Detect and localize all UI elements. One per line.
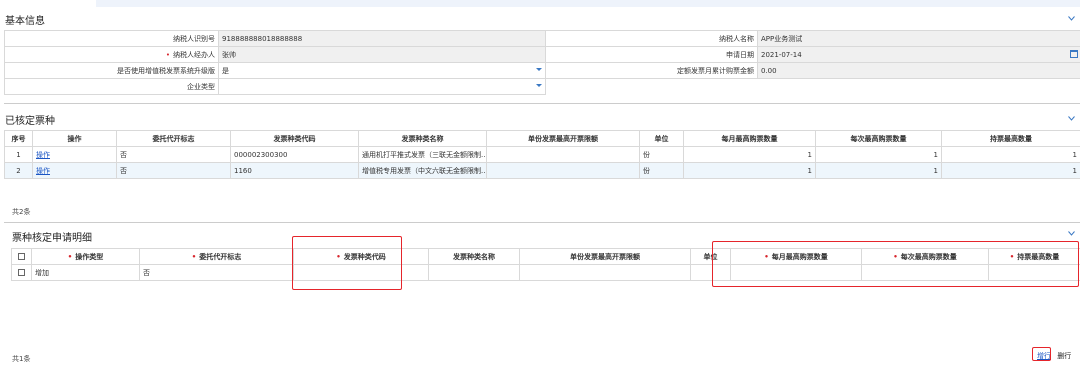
dropdown-arrow-icon[interactable]	[536, 84, 542, 87]
col-header: 委托代开标志	[116, 130, 231, 147]
col-header: 操作类型	[75, 252, 104, 261]
taxpayer-name-field: APP业务测试	[757, 30, 1080, 47]
section-title-approved: 已核定票种	[5, 116, 55, 127]
invoice-name-cell: 增值税专用发票（中文六联无金额限制...	[358, 162, 487, 179]
fixed-amount-label: 定额发票月累计购票金额	[545, 62, 758, 79]
highlight-box-quantity-columns	[712, 241, 1079, 287]
enterprise-type-select[interactable]	[218, 78, 546, 95]
col-header-cell: • 委托代开标志	[139, 248, 294, 265]
hold-cell: 1	[941, 162, 1080, 179]
collapse-basic-chevron-down-icon[interactable]	[1068, 16, 1075, 21]
invoice-name-cell	[428, 264, 520, 281]
row-number: 1	[4, 146, 33, 163]
vat-upgrade-label: 是否使用增值税发票系统升级版	[4, 62, 219, 79]
highlight-box-invoice-code	[292, 236, 402, 290]
operate-link[interactable]: 操作	[36, 167, 50, 175]
col-header: 持票最高数量	[941, 130, 1080, 147]
agent-label-cell: • 纳税人经办人	[4, 46, 219, 63]
delete-row-button[interactable]: 删行	[1057, 352, 1071, 360]
empty-cell	[545, 78, 758, 95]
row-select-cell	[11, 264, 32, 281]
vat-upgrade-select[interactable]: 是	[218, 62, 546, 79]
fixed-amount-field: 0.00	[757, 62, 1080, 79]
entrust-cell: 否	[116, 162, 231, 179]
limit-cell	[486, 146, 640, 163]
taxpayer-id-label: 纳税人识别号	[4, 30, 219, 47]
col-header: 单份发票最高开票限额	[519, 248, 691, 265]
row-operate-cell: 操作	[32, 146, 117, 163]
empty-cell	[757, 78, 1080, 95]
col-header: 每次最高购票数量	[815, 130, 942, 147]
taxpayer-name-label: 纳税人名称	[545, 30, 758, 47]
detail-total-count: 共1条	[12, 355, 31, 363]
basic-info-form: 纳税人识别号 918888888018888888 纳税人名称 APP业务测试 …	[4, 30, 1080, 95]
select-all-checkbox[interactable]	[18, 253, 25, 260]
row-number: 2	[4, 162, 33, 179]
vat-upgrade-value: 是	[222, 66, 229, 75]
select-all-cell	[11, 248, 32, 265]
limit-cell	[486, 162, 640, 179]
table-header-row: 序号 操作 委托代开标志 发票种类代码 发票种类名称 单份发票最高开票限额 单位…	[4, 130, 1080, 147]
col-header: 序号	[4, 130, 33, 147]
monthly-cell: 1	[683, 162, 816, 179]
apply-date-value: 2021-07-14	[761, 50, 802, 59]
section-title-basic: 基本信息	[5, 16, 45, 27]
col-header: 操作	[32, 130, 117, 147]
agent-label: 纳税人经办人	[173, 50, 215, 59]
section-divider	[4, 222, 1080, 223]
collapse-approved-chevron-down-icon[interactable]	[1068, 116, 1075, 121]
monthly-cell: 1	[683, 146, 816, 163]
col-header: 发票种类名称	[428, 248, 520, 265]
apply-date-field[interactable]: 2021-07-14	[757, 46, 1080, 63]
row-checkbox[interactable]	[18, 269, 25, 276]
invoice-name-cell: 通用机打平推式发票（三联无金额限制...	[358, 146, 487, 163]
invoice-code-cell: 000002300300	[230, 146, 359, 163]
collapse-detail-chevron-down-icon[interactable]	[1068, 231, 1075, 236]
calendar-icon[interactable]	[1070, 50, 1078, 58]
col-header: 单位	[639, 130, 684, 147]
each-cell: 1	[815, 146, 942, 163]
col-header: 发票种类代码	[230, 130, 359, 147]
highlight-box-add-row	[1032, 347, 1051, 361]
required-dot-icon: •	[165, 50, 170, 59]
approved-total-count: 共2条	[12, 208, 31, 216]
table-row[interactable]: 2 操作 否 1160 增值税专用发票（中文六联无金额限制... 份 1 1 1	[4, 162, 1080, 179]
section-divider	[4, 103, 1080, 104]
limit-cell	[519, 264, 691, 281]
section-title-detail: 票种核定申请明细	[12, 233, 92, 244]
top-tab-strip	[0, 0, 1080, 7]
row-operate-cell: 操作	[32, 162, 117, 179]
taxpayer-id-field: 918888888018888888	[218, 30, 546, 47]
operate-link[interactable]: 操作	[36, 151, 50, 159]
col-header: 每月最高购票数量	[683, 130, 816, 147]
each-cell: 1	[815, 162, 942, 179]
unit-cell: 份	[639, 162, 684, 179]
unit-cell: 份	[639, 146, 684, 163]
op-type-cell[interactable]: 增加	[31, 264, 140, 281]
invoice-code-cell: 1160	[230, 162, 359, 179]
col-header: 单份发票最高开票限额	[486, 130, 640, 147]
entrust-cell: 否	[116, 146, 231, 163]
col-header: 委托代开标志	[199, 252, 242, 261]
col-header: 发票种类名称	[358, 130, 487, 147]
enterprise-type-label: 企业类型	[4, 78, 219, 95]
hold-cell: 1	[941, 146, 1080, 163]
dropdown-arrow-icon[interactable]	[536, 68, 542, 71]
approved-invoice-table: 序号 操作 委托代开标志 发票种类代码 发票种类名称 单份发票最高开票限额 单位…	[4, 130, 1080, 179]
table-row[interactable]: 1 操作 否 000002300300 通用机打平推式发票（三联无金额限制...…	[4, 146, 1080, 163]
agent-field: 张帅	[218, 46, 546, 63]
col-header-cell: • 操作类型	[31, 248, 140, 265]
apply-date-label: 申请日期	[545, 46, 758, 63]
entrust-cell[interactable]: 否	[139, 264, 294, 281]
